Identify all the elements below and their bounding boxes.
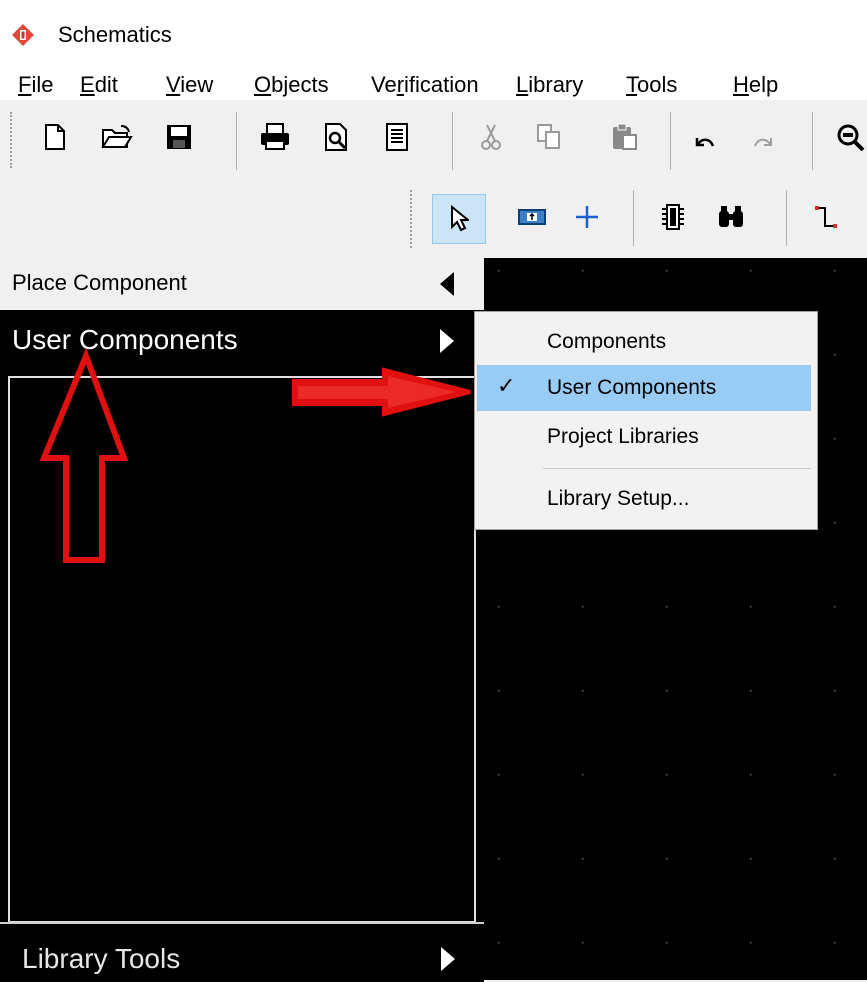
zoom-icon[interactable] <box>832 118 867 156</box>
undo-icon[interactable] <box>686 128 724 158</box>
copy-icon[interactable] <box>530 118 568 156</box>
grid-dot <box>834 690 836 692</box>
grid-dot <box>834 438 836 440</box>
grid-dot <box>498 690 500 692</box>
grid-dot <box>582 690 584 692</box>
checkmark-icon: ✓ <box>497 373 516 398</box>
app-logo-icon <box>12 24 34 46</box>
expand-right-icon[interactable] <box>440 329 454 353</box>
menu-item-project-libraries[interactable]: Project Libraries <box>475 414 817 460</box>
menu-separator <box>543 468 811 469</box>
grid-dot <box>582 270 584 272</box>
window-title: Schematics <box>58 22 172 47</box>
component-icon[interactable] <box>654 198 692 236</box>
grid-dot <box>834 522 836 524</box>
place-component-title: Place Component <box>12 270 187 295</box>
open-folder-icon[interactable] <box>98 118 136 156</box>
toolbar-separator <box>236 112 237 170</box>
grid-dot <box>666 858 668 860</box>
grid-dot <box>750 606 752 608</box>
cut-icon[interactable] <box>472 118 510 156</box>
grid-dot <box>834 942 836 944</box>
toolbar-separator <box>452 112 453 170</box>
find-binoculars-icon[interactable] <box>712 198 750 236</box>
grid-dot <box>498 270 500 272</box>
grid-dot <box>834 606 836 608</box>
menu-file[interactable]: File <box>18 72 53 98</box>
grid-dot <box>666 606 668 608</box>
grid-dot <box>582 942 584 944</box>
select-arrow-icon[interactable] <box>432 194 486 244</box>
grid-dot <box>750 942 752 944</box>
place-part-icon[interactable] <box>510 198 554 236</box>
grid-dot <box>498 942 500 944</box>
print-preview-icon[interactable] <box>318 118 356 156</box>
menu-item-library-setup[interactable]: Library Setup... <box>475 476 817 522</box>
grid-dot <box>750 690 752 692</box>
collapse-left-icon[interactable] <box>440 272 454 296</box>
grid-dot <box>750 774 752 776</box>
report-icon[interactable] <box>378 118 416 156</box>
grid-dot <box>582 858 584 860</box>
wire-icon[interactable] <box>808 198 846 236</box>
library-context-menu: Components ✓ User Components Project Lib… <box>474 311 818 530</box>
save-icon[interactable] <box>160 118 198 156</box>
grid-dot <box>750 858 752 860</box>
toolbar-separator <box>812 112 813 170</box>
toolbar-separator <box>786 190 787 246</box>
menu-item-user-components[interactable]: ✓ User Components <box>477 365 811 411</box>
menu-edit[interactable]: Edit <box>80 72 118 98</box>
grid-dot <box>666 690 668 692</box>
menu-view[interactable]: View <box>166 72 213 98</box>
menu-library[interactable]: Library <box>516 72 583 98</box>
grid-dot <box>582 774 584 776</box>
toolbar-grip[interactable] <box>10 112 18 168</box>
print-icon[interactable] <box>256 118 294 156</box>
grid-dot <box>666 774 668 776</box>
toolbar-separator <box>670 112 671 170</box>
menu-item-components[interactable]: Components <box>475 319 817 365</box>
component-list[interactable] <box>8 376 476 923</box>
redo-icon[interactable] <box>744 128 782 158</box>
grid-dot <box>834 354 836 356</box>
toolbar-grip[interactable] <box>410 190 418 248</box>
grid-dot <box>834 858 836 860</box>
menu-objects[interactable]: Objects <box>254 72 329 98</box>
menu-verification[interactable]: Verification <box>371 72 479 98</box>
paste-icon[interactable] <box>606 118 644 156</box>
grid-dot <box>750 270 752 272</box>
grid-dot <box>666 942 668 944</box>
grid-dot <box>582 606 584 608</box>
grid-dot <box>498 774 500 776</box>
grid-dot <box>834 774 836 776</box>
grid-dot <box>498 858 500 860</box>
menu-help[interactable]: Help <box>733 72 778 98</box>
user-components-label: User Components <box>12 324 238 355</box>
expand-right-icon[interactable] <box>441 947 455 971</box>
grid-dot <box>498 606 500 608</box>
add-junction-icon[interactable] <box>568 198 606 236</box>
menu-tools[interactable]: Tools <box>626 72 677 98</box>
grid-dot <box>666 270 668 272</box>
grid-dot <box>834 270 836 272</box>
library-tools-label: Library Tools <box>22 943 181 974</box>
toolbar-separator <box>633 190 634 246</box>
new-file-icon[interactable] <box>36 118 74 156</box>
